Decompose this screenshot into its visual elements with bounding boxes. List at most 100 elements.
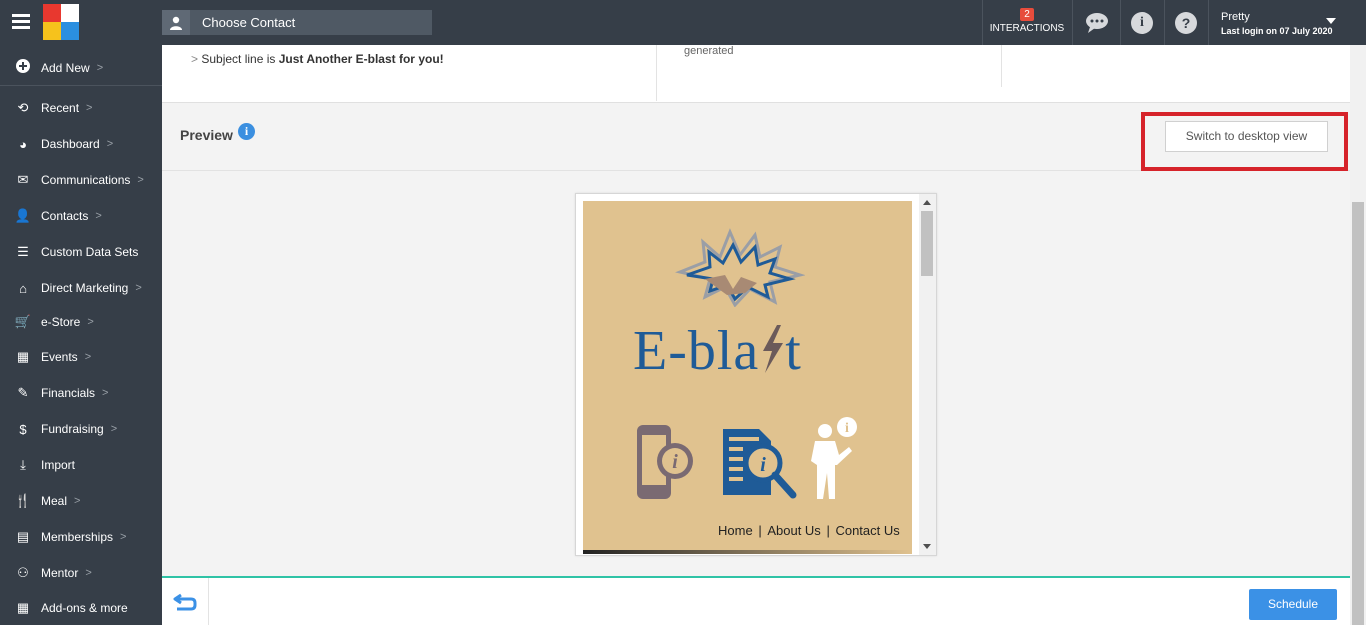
schedule-button[interactable]: Schedule xyxy=(1249,589,1337,620)
sidebar-item-add-ons-more[interactable]: ▦ Add-ons & more xyxy=(0,590,162,626)
main-content: > Subject line is Just Another E-blast f… xyxy=(162,45,1350,625)
interactions-badge: 2 xyxy=(1020,8,1034,21)
scroll-down-icon[interactable] xyxy=(923,544,931,549)
sidebar-item-communications[interactable]: ✉ Communications > xyxy=(0,162,162,198)
chevron-right-icon: > xyxy=(135,282,142,294)
sidebar-item-label: Meal xyxy=(41,494,68,508)
preview-header: Preview i Switch to desktop view xyxy=(162,103,1350,171)
chevron-right-icon: > xyxy=(106,138,114,150)
email-footer-band xyxy=(583,550,912,554)
sidebar-item-label: e-Store xyxy=(41,315,81,329)
dashboard-icon: ◕ xyxy=(19,136,27,152)
preview-scrollbar[interactable] xyxy=(919,194,936,555)
help-icon[interactable]: ? xyxy=(1175,12,1197,34)
sidebar-item-custom-data-sets[interactable]: ☰ Custom Data Sets xyxy=(0,234,162,270)
sidebar-item-events[interactable]: ▦ Events > xyxy=(0,339,162,375)
divider xyxy=(1120,0,1121,45)
choose-contact-label: Choose Contact xyxy=(202,15,296,30)
brand-wordmark-text: E-bla xyxy=(633,320,760,382)
caret-down-icon[interactable] xyxy=(1326,18,1336,24)
email-link-home[interactable]: Home xyxy=(718,523,753,538)
document-search-icon: i xyxy=(723,429,797,499)
sidebar-item-financials[interactable]: ✎ Financials > xyxy=(0,375,162,411)
action-footer: Schedule xyxy=(162,576,1350,625)
divider xyxy=(1208,0,1209,45)
svg-text:i: i xyxy=(845,421,849,436)
return-arrow-icon xyxy=(173,593,197,610)
sidebar-item-memberships[interactable]: ▤ Memberships > xyxy=(0,519,162,555)
person-info-icon: i xyxy=(811,417,857,499)
email-link-contact[interactable]: Contact Us xyxy=(835,523,899,538)
page-scrollbar[interactable] xyxy=(1350,45,1366,625)
app-logo[interactable] xyxy=(43,4,79,40)
interactions-button[interactable]: 2 INTERACTIONS xyxy=(982,0,1072,45)
svg-text:i: i xyxy=(760,454,766,476)
chevron-right-icon: > xyxy=(96,61,104,74)
sidebar-item-e-store[interactable]: 🛒 e-Store > xyxy=(0,304,162,340)
email-link-about[interactable]: About Us xyxy=(767,523,820,538)
sidebar-item-import[interactable]: ⤓ Import xyxy=(0,447,162,483)
chevron-right-icon: > xyxy=(110,423,118,435)
sidebar-item-label: Communications xyxy=(41,173,131,187)
back-button[interactable] xyxy=(162,578,209,625)
divider xyxy=(1001,45,1002,87)
divider xyxy=(656,45,657,101)
subject-prefix: Subject line is xyxy=(201,52,276,66)
sidebar-item-label: Fundraising xyxy=(41,422,104,436)
chevron-right-icon: > xyxy=(137,174,144,186)
info-icon[interactable]: i xyxy=(1131,12,1153,34)
chevron-right-icon: > xyxy=(120,531,127,543)
calendar-icon: ▦ xyxy=(16,349,30,364)
chevron-right-icon: > xyxy=(102,387,109,399)
subject-value: Just Another E-blast for you! xyxy=(278,52,444,66)
top-bar: Choose Contact 2 INTERACTIONS i ? Pretty… xyxy=(0,0,1366,45)
chevron-right-icon: > xyxy=(85,567,92,579)
brand-wordmark: E-bla t xyxy=(633,319,802,383)
people-icon: ⚇ xyxy=(17,565,29,580)
scroll-up-icon[interactable] xyxy=(923,200,931,205)
chevron-right-icon: > xyxy=(87,316,94,328)
chevron-right-icon: > xyxy=(86,102,93,114)
cutlery-icon: 🍴 xyxy=(14,493,32,508)
info-icon[interactable]: i xyxy=(238,123,255,140)
chevron-right-icon: > xyxy=(74,495,81,507)
chat-icon[interactable] xyxy=(1085,12,1109,39)
sidebar-item-contacts[interactable]: 👤 Contacts > xyxy=(0,198,162,234)
cart-icon: 🛒 xyxy=(14,314,32,329)
envelope-icon: ✉ xyxy=(17,172,29,187)
sidebar-item-meal[interactable]: 🍴 Meal > xyxy=(0,483,162,519)
download-icon: ⤓ xyxy=(20,457,26,472)
mobile-preview-frame[interactable]: E-bla t i i i Home | About Us | Contact … xyxy=(575,193,937,556)
user-name: Pretty xyxy=(1221,11,1250,23)
switch-to-desktop-view-button[interactable]: Switch to desktop view xyxy=(1165,121,1328,152)
hamburger-menu-icon[interactable] xyxy=(12,14,30,30)
sidebar-item-recent[interactable]: ⟲ Recent > xyxy=(0,90,162,126)
sidebar-item-label: Financials xyxy=(41,386,96,400)
id-card-icon: ▤ xyxy=(16,529,30,544)
moneybag-icon: $ xyxy=(19,421,27,437)
sidebar-item-add-new[interactable]: Add New > xyxy=(0,50,162,86)
user-icon: 👤 xyxy=(14,208,32,223)
crown-splash-icon xyxy=(675,228,805,307)
user-menu[interactable]: Pretty Last login on 07 July 2020 xyxy=(1221,11,1333,36)
choose-contact-field[interactable]: Choose Contact xyxy=(162,10,432,35)
divider xyxy=(1164,0,1165,45)
email-footer-links: Home | About Us | Contact Us xyxy=(717,523,901,538)
subject-line: > Subject line is Just Another E-blast f… xyxy=(191,52,444,66)
sidebar-item-fundraising[interactable]: $ Fundraising > xyxy=(0,411,162,447)
chevron-right-icon: > xyxy=(84,351,92,363)
sidebar-item-direct-marketing[interactable]: ⌂ Direct Marketing > xyxy=(0,270,162,306)
sidebar-item-label: Custom Data Sets xyxy=(41,245,139,259)
scrollbar-thumb[interactable] xyxy=(921,211,933,276)
warehouse-icon: ⌂ xyxy=(19,280,27,296)
sidebar-item-label: Events xyxy=(41,350,78,364)
sidebar-item-label: Direct Marketing xyxy=(41,281,129,295)
sidebar-item-label: Memberships xyxy=(41,530,114,544)
campaign-info-strip: > Subject line is Just Another E-blast f… xyxy=(162,45,1350,103)
sidebar-item-label: Import xyxy=(41,458,76,472)
sidebar-item-mentor[interactable]: ⚇ Mentor > xyxy=(0,555,162,591)
sidebar-item-label: Add New xyxy=(41,60,90,75)
link-separator: | xyxy=(826,523,830,538)
sidebar-item-dashboard[interactable]: ◕ Dashboard > xyxy=(0,126,162,162)
scrollbar-thumb[interactable] xyxy=(1352,202,1364,625)
